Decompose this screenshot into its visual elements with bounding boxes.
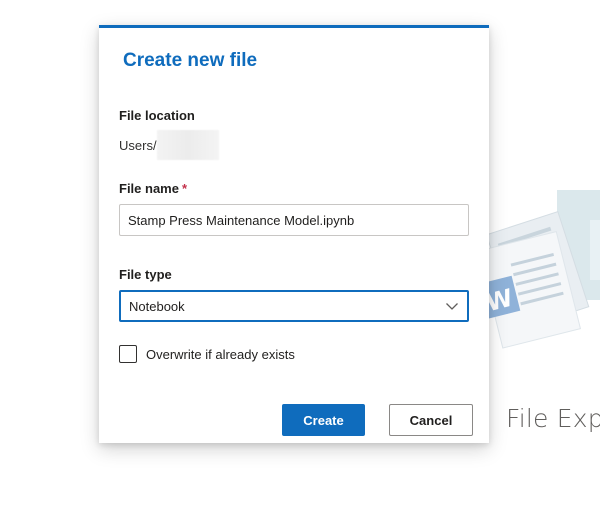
file-type-dropdown[interactable]: Notebook [119, 290, 469, 322]
file-location-path: Users/ [119, 137, 157, 153]
overwrite-checkbox[interactable] [119, 345, 137, 363]
file-location-value: Users/ [119, 130, 219, 160]
dialog-title: Create new file [123, 50, 258, 71]
file-name-input[interactable] [119, 204, 469, 236]
required-mark: * [181, 181, 188, 196]
file-explorer-caption: File Expl [506, 404, 600, 433]
file-type-label: File type [119, 267, 172, 282]
overwrite-label: Overwrite if already exists [146, 346, 295, 362]
overwrite-option[interactable]: Overwrite if already exists [119, 345, 295, 363]
file-type-selected-value: Notebook [129, 298, 185, 314]
documents-illustration-icon: W [476, 190, 600, 349]
file-explorer-illustration: W [470, 180, 600, 380]
cancel-button[interactable]: Cancel [389, 404, 473, 436]
create-button[interactable]: Create [282, 404, 365, 436]
redacted-username [156, 130, 219, 160]
file-name-label-text: File name [119, 181, 179, 196]
chevron-down-icon [446, 303, 458, 310]
file-name-label: File name * [119, 181, 187, 196]
file-location-label: File location [119, 108, 195, 123]
create-file-dialog: Create new file File location Users/ Fil… [99, 25, 489, 443]
